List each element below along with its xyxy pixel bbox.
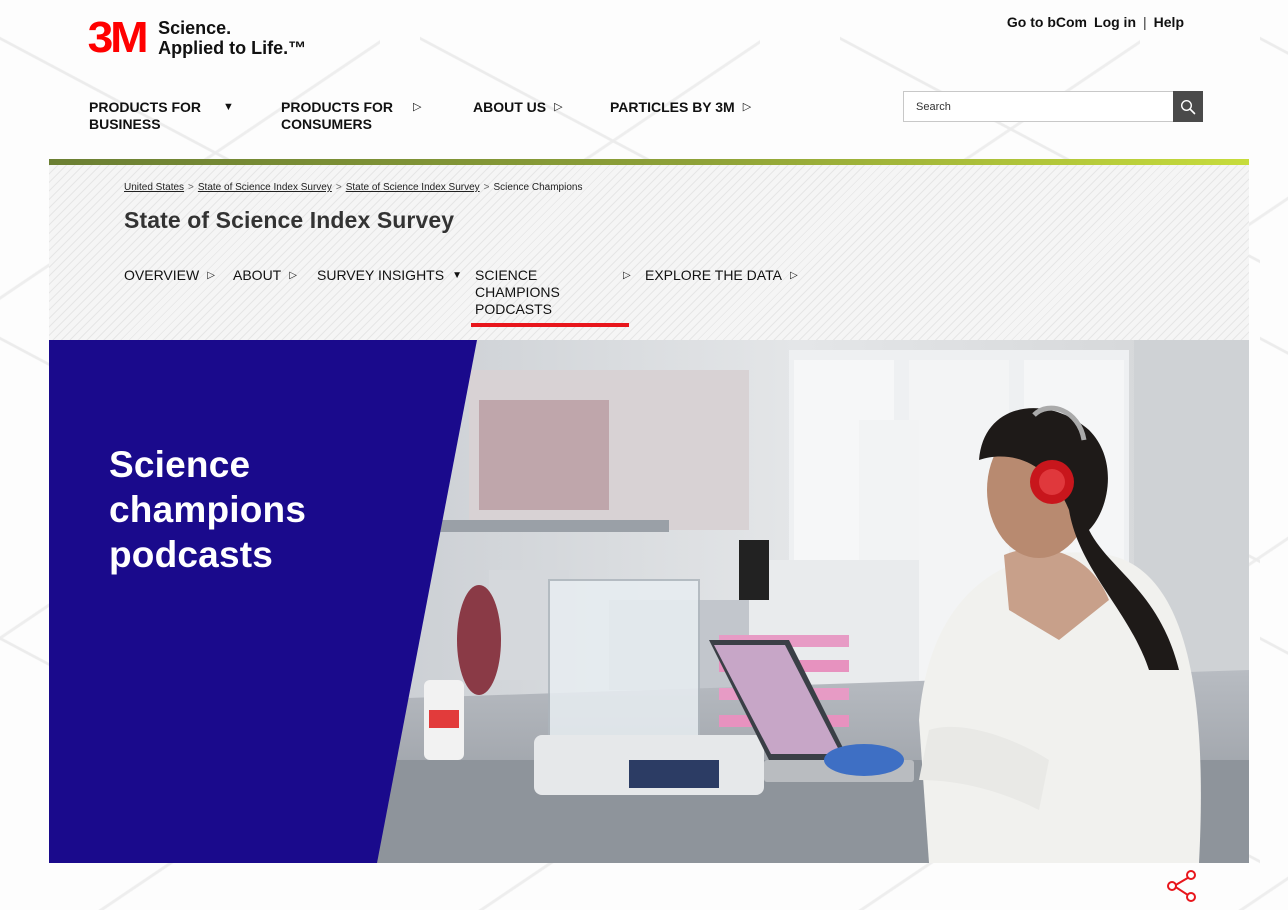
subnav-about[interactable]: ABOUT ▷ xyxy=(233,267,317,318)
utility-separator: | xyxy=(1143,14,1147,30)
subnav-survey-insights[interactable]: SURVEY INSIGHTS ▼ xyxy=(317,267,475,318)
caret-down-icon: ▼ xyxy=(223,101,234,113)
nav-particles-by-3m[interactable]: PARTICLES BY 3M ▷ xyxy=(610,99,760,133)
logo-mark: 3M xyxy=(87,13,149,62)
login-link[interactable]: Log in xyxy=(1094,14,1136,30)
main-nav: PRODUCTS FOR BUSINESS ▼ PRODUCTS FOR CON… xyxy=(89,99,760,133)
subnav-science-champions-podcasts[interactable]: SCIENCE CHAMPIONS PODCASTS ▷ xyxy=(471,267,645,327)
help-link[interactable]: Help xyxy=(1154,14,1184,30)
search-input[interactable] xyxy=(903,91,1173,122)
share-icon xyxy=(1167,870,1196,902)
breadcrumb-separator: > xyxy=(335,182,342,193)
tagline-line-2: Applied to Life.™ xyxy=(158,38,307,58)
breadcrumb-link[interactable]: State of Science Index Survey xyxy=(198,182,332,193)
caret-right-icon: ▷ xyxy=(289,270,297,281)
nav-products-for-business[interactable]: PRODUCTS FOR BUSINESS ▼ xyxy=(89,99,281,133)
nav-products-for-consumers[interactable]: PRODUCTS FOR CONSUMERS ▷ xyxy=(281,99,473,133)
page: 3M Science. Applied to Life.™ Go to bCom… xyxy=(0,0,1288,910)
caret-right-icon: ▷ xyxy=(742,101,752,113)
section-subnav: OVERVIEW ▷ ABOUT ▷ SURVEY INSIGHTS ▼ SCI… xyxy=(124,267,805,327)
breadcrumb-link[interactable]: State of Science Index Survey xyxy=(346,182,480,193)
go-to-bcom-link[interactable]: Go to bCom xyxy=(1007,14,1087,30)
nav-label: PRODUCTS FOR CONSUMERS xyxy=(281,99,393,132)
subnav-label: SCIENCE CHAMPIONS PODCASTS xyxy=(475,267,560,317)
search-box xyxy=(903,91,1203,122)
breadcrumb-link[interactable]: United States xyxy=(124,182,184,193)
subnav-label: ABOUT xyxy=(233,267,282,283)
subnav-label: SURVEY INSIGHTS xyxy=(317,267,445,283)
share-button[interactable] xyxy=(1164,868,1200,904)
caret-right-icon: ▷ xyxy=(789,270,798,281)
breadcrumb-current: Science Champions xyxy=(493,182,583,193)
search-icon xyxy=(1180,99,1196,114)
subnav-label: EXPLORE THE DATA xyxy=(645,267,782,283)
nav-label: PARTICLES BY 3M xyxy=(610,99,735,115)
caret-right-icon: ▷ xyxy=(554,101,563,113)
nav-about-us[interactable]: ABOUT US ▷ xyxy=(473,99,610,133)
hero-banner: Science champions podcasts xyxy=(49,340,1249,863)
caret-down-icon: ▼ xyxy=(452,270,462,281)
breadcrumb-separator: > xyxy=(188,182,194,193)
section-title: State of Science Index Survey xyxy=(124,207,455,233)
nav-label: PRODUCTS FOR BUSINESS xyxy=(89,99,201,132)
section-header: United States > State of Science Index S… xyxy=(49,165,1249,340)
hero-panel xyxy=(49,340,477,863)
subnav-explore-the-data[interactable]: EXPLORE THE DATA ▷ xyxy=(645,267,805,318)
hero-title: Science champions podcasts xyxy=(109,444,307,575)
breadcrumb-separator: > xyxy=(483,182,490,193)
search-button[interactable] xyxy=(1173,91,1203,122)
breadcrumb: United States > State of Science Index S… xyxy=(124,182,582,193)
nav-label: ABOUT US xyxy=(473,99,547,115)
caret-right-icon: ▷ xyxy=(623,270,631,281)
subnav-overview[interactable]: OVERVIEW ▷ xyxy=(124,267,233,318)
logo-tagline: Science. Applied to Life.™ xyxy=(158,18,306,58)
tagline-line-1: Science. xyxy=(158,18,232,38)
caret-right-icon: ▷ xyxy=(207,270,215,281)
utility-links: Go to bCom Log in | Help xyxy=(1007,14,1184,30)
3m-logo[interactable]: 3M Science. Applied to Life.™ xyxy=(87,13,307,62)
caret-right-icon: ▷ xyxy=(413,101,422,113)
subnav-label: OVERVIEW xyxy=(124,267,200,283)
